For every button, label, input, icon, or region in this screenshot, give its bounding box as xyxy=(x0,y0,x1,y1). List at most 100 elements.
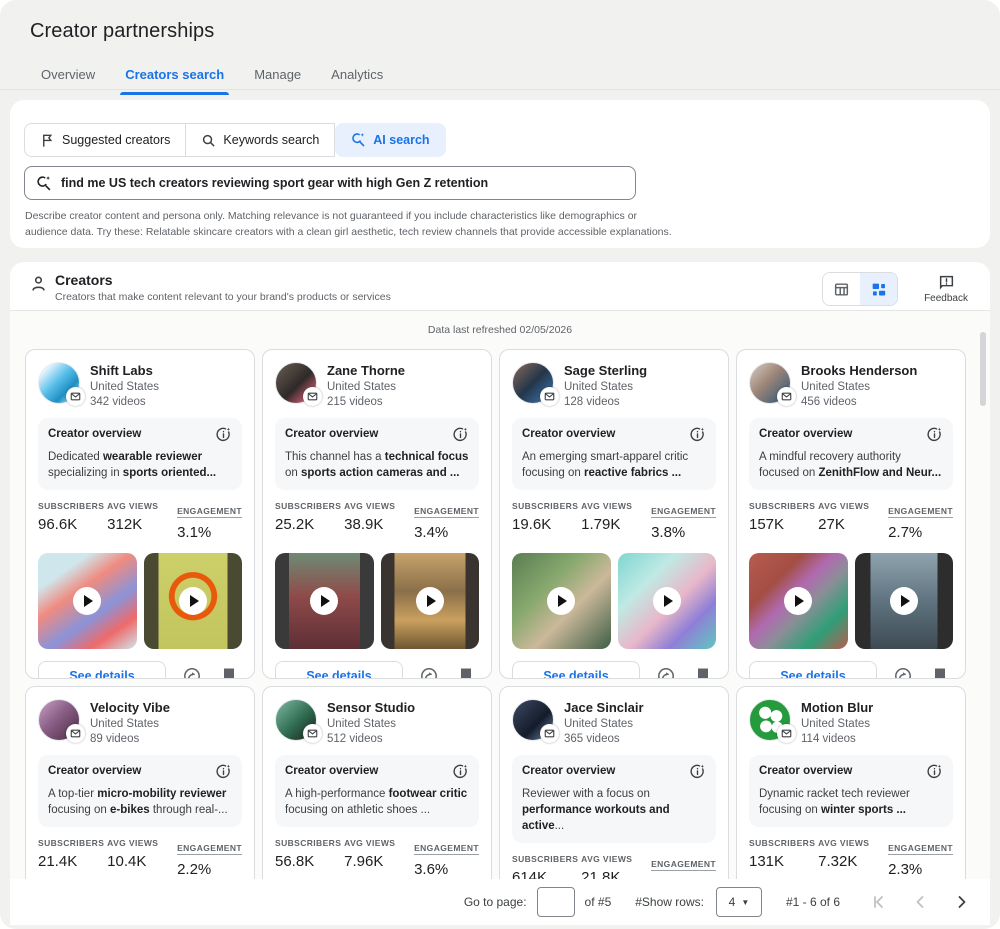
video-thumbnails xyxy=(38,553,242,649)
chip-keywords-search[interactable]: Keywords search xyxy=(186,123,335,157)
page-title: Creator partnerships xyxy=(30,20,214,43)
video-thumbnail-2[interactable] xyxy=(855,553,954,649)
creators-panel-body: Data last refreshed 02/05/2026 Shift Lab… xyxy=(10,311,990,925)
play-icon[interactable] xyxy=(179,587,207,615)
search-panel: Suggested creators Keywords search AI se… xyxy=(10,100,990,248)
see-details-button[interactable]: See details xyxy=(38,661,166,679)
ai-info-icon[interactable] xyxy=(452,763,469,780)
stat-engagement: ENGAGEMENT 3.8% xyxy=(651,501,716,541)
rows-value: 4 xyxy=(729,895,736,909)
next-page-icon[interactable] xyxy=(952,892,972,912)
video-thumbnail-2[interactable] xyxy=(144,553,243,649)
video-thumbnail-1[interactable] xyxy=(38,553,137,649)
creator-card-header: Sensor Studio United States 512 videos xyxy=(275,699,479,745)
avatar[interactable] xyxy=(749,362,791,404)
creators-title: Creators xyxy=(55,272,391,288)
feedback-button[interactable]: Feedback xyxy=(924,274,968,304)
subscribers-label: SUBSCRIBERS xyxy=(275,838,344,848)
share-icon[interactable] xyxy=(419,666,439,679)
ai-info-icon[interactable] xyxy=(452,426,469,443)
avg-views-label: AVG VIEWS xyxy=(344,501,414,511)
avatar[interactable] xyxy=(38,699,80,741)
creator-stats: SUBSCRIBERS 157K AVG VIEWS 27K ENGAGEMEN… xyxy=(749,501,953,541)
share-icon[interactable] xyxy=(182,666,202,679)
first-page-icon[interactable] xyxy=(868,892,888,912)
ai-info-icon[interactable] xyxy=(215,763,232,780)
video-thumbnail-1[interactable] xyxy=(512,553,611,649)
creator-card-header: Jace Sinclair United States 365 videos xyxy=(512,699,716,745)
stat-avg-views: AVG VIEWS 7.96K xyxy=(344,838,414,878)
bookmark-icon[interactable] xyxy=(695,667,711,679)
ai-info-icon[interactable] xyxy=(926,426,943,443)
avatar[interactable] xyxy=(275,699,317,741)
engagement-value: 3.6% xyxy=(414,861,479,878)
share-icon[interactable] xyxy=(893,666,913,679)
rows-per-page-select[interactable]: 4 ▼ xyxy=(716,887,762,917)
video-thumbnails xyxy=(275,553,479,649)
ai-search-input[interactable] xyxy=(61,176,625,190)
play-icon[interactable] xyxy=(73,587,101,615)
play-icon[interactable] xyxy=(416,587,444,615)
play-icon[interactable] xyxy=(784,587,812,615)
creator-name[interactable]: Velocity Vibe xyxy=(90,700,170,715)
avatar[interactable] xyxy=(275,362,317,404)
creator-name[interactable]: Sage Sterling xyxy=(564,363,647,378)
subscribers-label: SUBSCRIBERS xyxy=(38,838,107,848)
avg-views-label: AVG VIEWS xyxy=(107,501,177,511)
creator-name[interactable]: Zane Thorne xyxy=(327,363,405,378)
ai-info-icon[interactable] xyxy=(689,426,706,443)
creator-card-header: Brooks Henderson United States 456 video… xyxy=(749,362,953,408)
creator-videos: 365 videos xyxy=(564,733,644,745)
creator-name[interactable]: Motion Blur xyxy=(801,700,873,715)
creator-name[interactable]: Jace Sinclair xyxy=(564,700,644,715)
chip-suggested-creators[interactable]: Suggested creators xyxy=(24,123,186,157)
prev-page-icon[interactable] xyxy=(910,892,930,912)
bookmark-icon[interactable] xyxy=(932,667,948,679)
play-icon[interactable] xyxy=(890,587,918,615)
goto-page-input[interactable] xyxy=(537,887,575,917)
bookmark-icon[interactable] xyxy=(458,667,474,679)
stat-avg-views: AVG VIEWS 38.9K xyxy=(344,501,414,541)
ai-info-icon[interactable] xyxy=(926,763,943,780)
ai-info-icon[interactable] xyxy=(215,426,232,443)
avg-views-label: AVG VIEWS xyxy=(818,838,888,848)
share-icon[interactable] xyxy=(656,666,676,679)
see-details-button[interactable]: See details xyxy=(275,661,403,679)
helper-line-1: Describe creator content and persona onl… xyxy=(25,209,675,225)
grid-view-button[interactable] xyxy=(860,273,897,305)
chevron-down-icon: ▼ xyxy=(741,898,749,907)
creator-name[interactable]: Shift Labs xyxy=(90,363,159,378)
goto-page-label: Go to page: xyxy=(464,895,527,909)
play-icon[interactable] xyxy=(547,587,575,615)
subscribers-value: 21.4K xyxy=(38,853,107,870)
avatar[interactable] xyxy=(512,362,554,404)
see-details-button[interactable]: See details xyxy=(749,661,877,679)
see-details-button[interactable]: See details xyxy=(512,661,640,679)
avatar[interactable] xyxy=(38,362,80,404)
envelope-icon xyxy=(70,391,81,402)
play-icon[interactable] xyxy=(653,587,681,615)
creator-card: Sage Sterling United States 128 videos C… xyxy=(499,349,729,679)
scrollbar-thumb[interactable] xyxy=(980,332,986,406)
play-icon[interactable] xyxy=(310,587,338,615)
chip-ai-search[interactable]: AI search xyxy=(335,123,445,157)
video-thumbnail-2[interactable] xyxy=(618,553,717,649)
video-thumbnail-2[interactable] xyxy=(381,553,480,649)
creator-card-footer: See details xyxy=(38,661,242,679)
creator-country: United States xyxy=(90,381,159,393)
ai-info-icon[interactable] xyxy=(689,763,706,780)
stat-engagement: ENGAGEMENT 3.6% xyxy=(414,838,479,878)
envelope-icon xyxy=(70,728,81,739)
creator-stats: SUBSCRIBERS 96.6K AVG VIEWS 312K ENGAGEM… xyxy=(38,501,242,541)
video-thumbnail-1[interactable] xyxy=(749,553,848,649)
creator-name[interactable]: Brooks Henderson xyxy=(801,363,917,378)
video-thumbnail-1[interactable] xyxy=(275,553,374,649)
creator-videos: 114 videos xyxy=(801,733,873,745)
ai-search-inputbox[interactable] xyxy=(24,166,636,200)
bookmark-icon[interactable] xyxy=(221,667,237,679)
table-view-button[interactable] xyxy=(823,273,860,305)
overview-title: Creator overview xyxy=(48,763,141,777)
avatar[interactable] xyxy=(512,699,554,741)
creator-name[interactable]: Sensor Studio xyxy=(327,700,415,715)
avatar[interactable] xyxy=(749,699,791,741)
